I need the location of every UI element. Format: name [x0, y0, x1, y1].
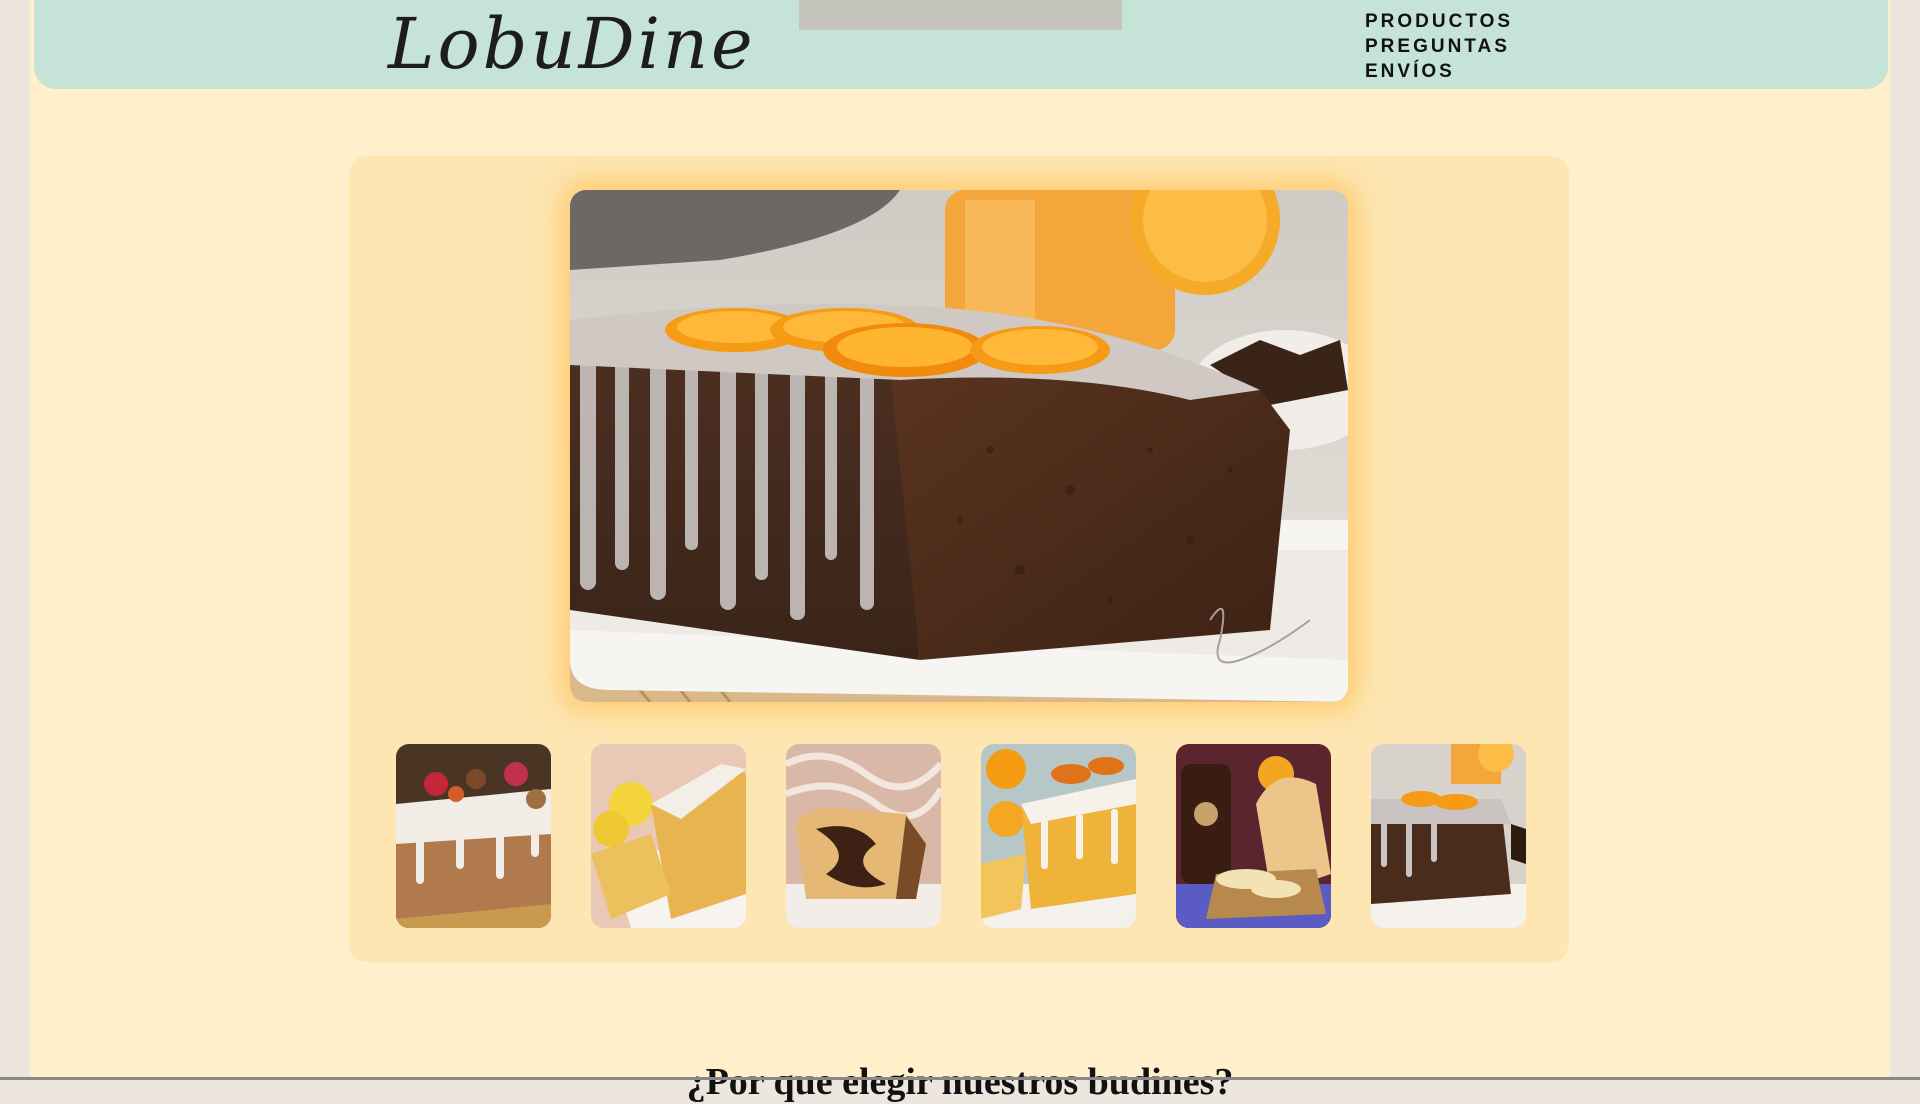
budin-naranja-image[interactable]: [981, 744, 1136, 928]
budin-frutas-image[interactable]: [396, 744, 551, 928]
main-nav: PRODUCTOS PREGUNTAS ENVÍOS: [1365, 9, 1513, 84]
section-heading: ¿Por que elegir nuestros budines?: [686, 1060, 1234, 1103]
site-logo[interactable]: LobuDine: [388, 0, 756, 89]
nav-link-preguntas[interactable]: PREGUNTAS: [1365, 34, 1513, 59]
nav-link-productos[interactable]: PRODUCTOS: [1365, 9, 1513, 34]
budin-glaseado-naranja-image: [570, 190, 1348, 702]
budin-vainilla-image[interactable]: [1176, 744, 1331, 928]
nav-link-envios[interactable]: ENVÍOS: [1365, 59, 1513, 84]
thumbnail-strip: [396, 744, 1526, 928]
budin-chocolate-naranja-image[interactable]: [1371, 744, 1526, 928]
site-header: LobuDine PRODUCTOS PREGUNTAS ENVÍOS: [34, 0, 1888, 89]
budin-limon-image[interactable]: [591, 744, 746, 928]
header-placeholder-bar: [799, 0, 1122, 30]
budin-marmolado-image[interactable]: [786, 744, 941, 928]
product-gallery: [349, 156, 1569, 962]
